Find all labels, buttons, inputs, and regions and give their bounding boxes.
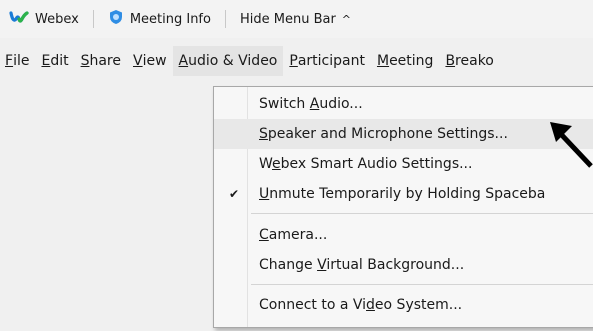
menu-item-label: Unmute Temporarily by Holding Spaceba <box>259 186 545 202</box>
menu-mnemonic: A <box>309 96 320 112</box>
menu-audio-video[interactable]: Audio & Video <box>172 46 284 76</box>
label-part: irtual Background... <box>326 257 465 273</box>
menu-mnemonic: B <box>445 53 456 69</box>
meeting-info-button[interactable]: Meeting Info <box>108 0 211 38</box>
menu-mnemonic: E <box>41 53 51 69</box>
label-part: udio... <box>319 96 363 112</box>
webex-logo-icon <box>9 10 29 28</box>
label-part: Switch <box>259 96 310 112</box>
label-part: W <box>259 156 273 172</box>
menu-item-camera[interactable]: Camera... <box>214 220 593 250</box>
menu-item-label: Speaker and Microphone Settings... <box>259 126 508 142</box>
label-part: nmute Temporarily by Holding Spaceba <box>269 186 546 202</box>
menu-mnemonic: S <box>80 53 90 69</box>
menu-edit[interactable]: Edit <box>35 46 74 76</box>
menu-label-rest: udio & Video <box>188 53 278 69</box>
menu-file[interactable]: File <box>0 46 35 76</box>
menu-item-smart-audio-settings[interactable]: Webex Smart Audio Settings... <box>214 149 593 179</box>
menu-share[interactable]: Share <box>75 46 127 76</box>
menu-participant[interactable]: Participant <box>283 46 371 76</box>
menu-mnemonic: A <box>178 53 189 69</box>
hide-menu-label: Hide Menu Bar <box>239 11 336 27</box>
app-name: Webex <box>35 11 79 27</box>
menu-breakout[interactable]: Breako <box>439 46 499 76</box>
menu-label-rest: ile <box>13 53 30 69</box>
menu-label-rest: dit <box>50 53 69 69</box>
label-part: amera... <box>268 227 328 243</box>
topbar-divider <box>224 10 226 28</box>
menu-mnemonic: U <box>259 186 270 202</box>
label-part: bex Smart Audio Settings... <box>280 156 473 172</box>
menu-mnemonic: V <box>317 257 327 273</box>
hide-menu-bar-button[interactable]: Hide Menu Bar ^ <box>240 0 351 38</box>
menu-label-rest: iew <box>142 53 167 69</box>
menu-bar: File Edit Share View Audio & Video Parti… <box>0 46 593 76</box>
meeting-info-label: Meeting Info <box>129 11 211 27</box>
menu-meeting[interactable]: Meeting <box>371 46 439 76</box>
menu-mnemonic: P <box>289 53 298 69</box>
menu-label-rest: reako <box>455 53 494 69</box>
menu-item-label: Camera... <box>259 227 327 243</box>
menu-label-rest: articipant <box>297 53 365 69</box>
menu-item-virtual-background[interactable]: Change Virtual Background... <box>214 250 593 280</box>
webex-app-button[interactable]: Webex <box>0 0 79 38</box>
menu-mnemonic: M <box>376 53 390 69</box>
menu-item-label: Webex Smart Audio Settings... <box>259 156 472 172</box>
label-part: Change <box>259 257 318 273</box>
menu-mnemonic: d <box>366 297 375 313</box>
menu-separator <box>251 284 593 285</box>
topbar-divider <box>92 10 94 28</box>
menu-view[interactable]: View <box>127 46 173 76</box>
chevron-up-icon: ^ <box>341 12 352 26</box>
checkmark-icon: ✔ <box>229 187 240 201</box>
menu-item-switch-audio[interactable]: Switch Audio... <box>214 89 593 119</box>
menu-mnemonic: S <box>259 126 268 142</box>
label-part: peaker and Microphone Settings... <box>267 126 508 142</box>
label-part: Connect to a Vi <box>259 297 367 313</box>
annotation-arrow-icon <box>550 122 593 168</box>
menu-separator <box>251 213 593 214</box>
menu-item-connect-video-system[interactable]: Connect to a Video System... <box>214 290 593 320</box>
audio-video-dropdown: Switch Audio... Speaker and Microphone S… <box>213 86 593 328</box>
menu-mnemonic: F <box>5 53 14 69</box>
menu-label-rest: eeting <box>389 53 434 69</box>
menu-item-label: Connect to a Video System... <box>259 297 462 313</box>
menu-item-speaker-mic-settings[interactable]: Speaker and Microphone Settings... <box>214 119 593 149</box>
menu-item-label: Change Virtual Background... <box>259 257 464 273</box>
meeting-top-bar: Webex Meeting Info Hide Menu Bar ^ <box>0 0 593 38</box>
menu-mnemonic: e <box>272 156 281 172</box>
menu-mnemonic: V <box>133 53 143 69</box>
menu-mnemonic: C <box>259 227 269 243</box>
menu-item-unmute-temporarily[interactable]: ✔ Unmute Temporarily by Holding Spaceba <box>214 179 593 209</box>
menu-item-label: Switch Audio... <box>259 96 363 112</box>
label-part: eo System... <box>374 297 463 313</box>
menu-label-rest: hare <box>89 53 121 69</box>
shield-info-icon <box>108 9 124 29</box>
